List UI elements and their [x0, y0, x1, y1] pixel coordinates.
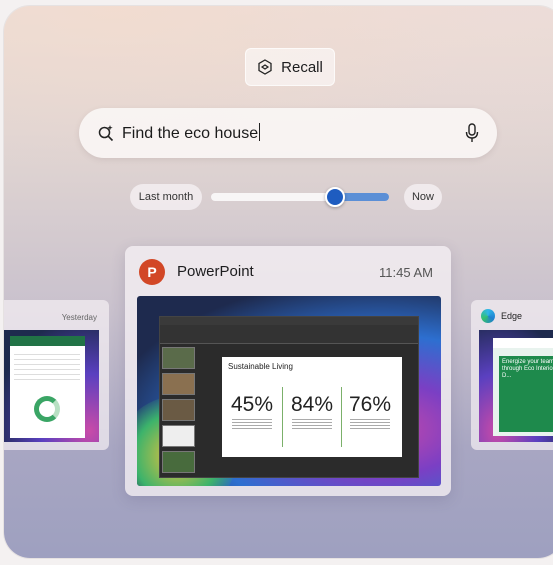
search-input[interactable]: Find the eco house [122, 123, 261, 143]
search-sparkle-icon [98, 125, 114, 142]
timeline-start-label: Last month [130, 184, 202, 210]
spreadsheet-rows [14, 354, 80, 384]
powerpoint-window: Sustainable Living 45% 84% 76% [159, 316, 419, 478]
timeline-end-label: Now [404, 184, 442, 210]
snapshot-app-name: PowerPoint [177, 263, 254, 280]
slide-canvas: Sustainable Living 45% 84% 76% [222, 357, 402, 457]
slide-divider [341, 387, 342, 447]
web-nav [493, 338, 553, 348]
slide-stat-value: 45% [230, 393, 274, 416]
slide-stat: 76% [344, 393, 396, 429]
snapshot-app-name: Edge [501, 311, 523, 321]
slide-stat: 45% [226, 393, 278, 429]
slide-divider [282, 387, 283, 447]
webpage: Energize your team through Eco Interior … [493, 338, 553, 436]
donut-chart [34, 396, 60, 422]
timeline-slider[interactable] [211, 187, 389, 207]
slide-stat-value: 84% [290, 393, 334, 416]
snapshot-time-label: Yesterday [61, 313, 97, 322]
recall-button[interactable]: Recall [245, 48, 335, 86]
web-hero: Energize your team through Eco Interior … [499, 356, 553, 432]
snapshot-thumbnail[interactable]: Sustainable Living 45% 84% 76% [137, 296, 441, 486]
powerpoint-icon: P [139, 259, 165, 285]
excel-ribbon [10, 336, 85, 346]
snapshot-card-edge[interactable]: Edge Energize your team through Eco Inte… [471, 300, 553, 450]
recall-window: Recall Find the eco house Last month Now… [4, 6, 553, 558]
snapshot-card-yesterday[interactable]: Yesterday [4, 300, 109, 450]
text-caret [259, 123, 261, 141]
timeline-slider-thumb[interactable] [325, 187, 345, 207]
search-input-value: Find the eco house [122, 125, 259, 142]
snapshot-thumbnail [4, 330, 99, 442]
recall-cube-icon [258, 59, 272, 75]
slide-stat: 84% [286, 393, 338, 429]
slide-title: Sustainable Living [228, 362, 293, 371]
slide-thumbnails [162, 347, 195, 473]
snapshot-thumbnail: Energize your team through Eco Interior … [479, 330, 553, 442]
slide-stat-value: 76% [348, 393, 392, 416]
timeline-slider-fill [339, 193, 389, 201]
snapshot-card-powerpoint[interactable]: P PowerPoint 11:45 AM Sustainable Living… [125, 246, 451, 496]
web-hero-text: Energize your team through Eco Interior … [502, 359, 553, 379]
excel-icon [10, 336, 85, 438]
ppt-ribbon [160, 317, 418, 344]
edge-icon [481, 309, 495, 323]
microphone-icon[interactable] [465, 123, 479, 143]
recall-button-label: Recall [281, 58, 323, 76]
snapshot-time: 11:45 AM [379, 265, 433, 280]
search-bar[interactable]: Find the eco house [79, 108, 497, 158]
